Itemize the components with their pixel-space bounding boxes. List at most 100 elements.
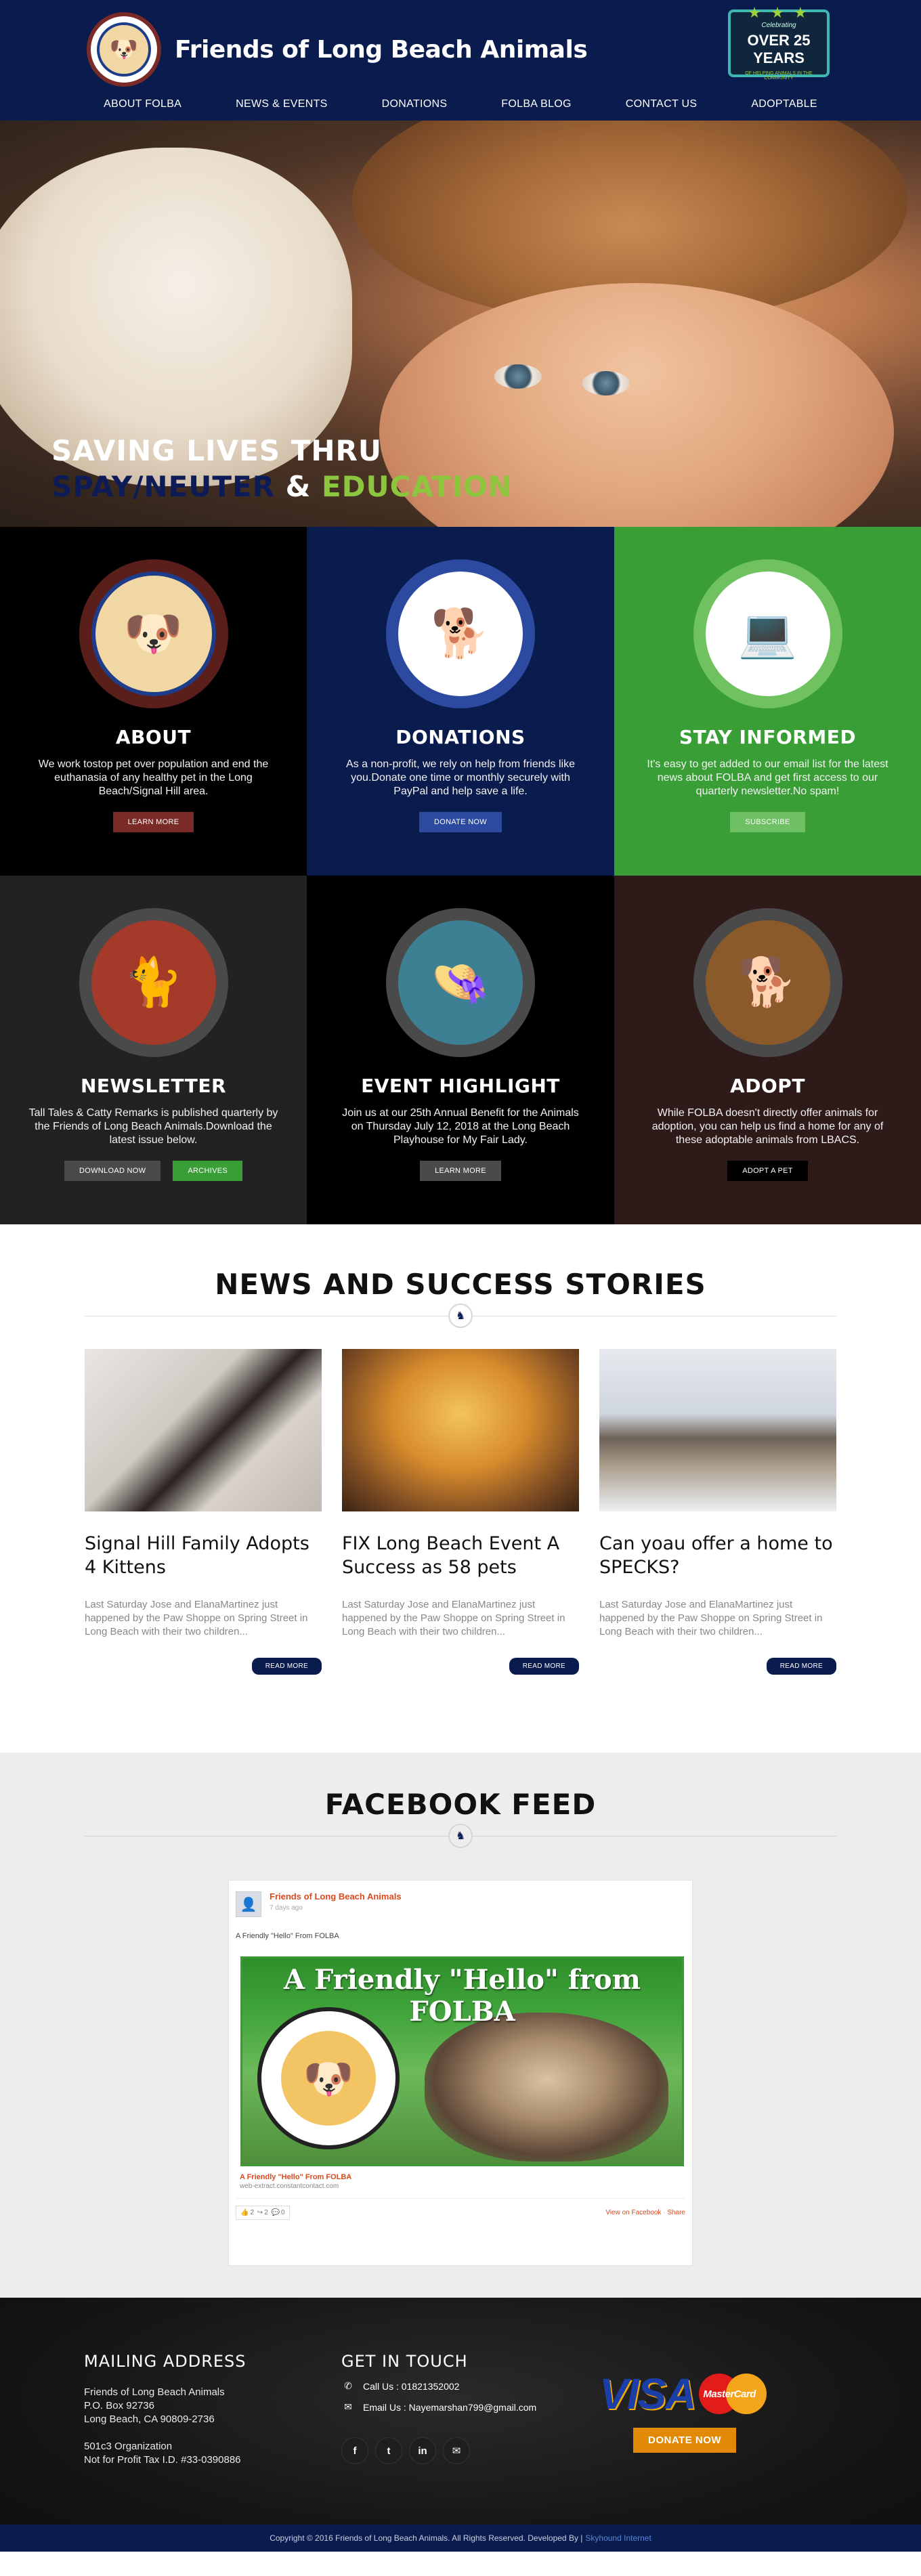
footer-donate-now-button[interactable]: DONATE NOW: [633, 2428, 737, 2453]
event-learn-more-button[interactable]: LEARN MORE: [420, 1161, 501, 1181]
tile-adopt-ring: 🐕: [693, 908, 842, 1057]
facebook-page-name[interactable]: Friends of Long Beach Animals: [270, 1891, 402, 1902]
archives-button[interactable]: ARCHIVES: [173, 1161, 242, 1181]
read-more-button[interactable]: READ MORE: [766, 1658, 836, 1675]
facebook-actions: 👍 2 ↪ 2 💬 0 View on Facebook · Share: [236, 2198, 685, 2220]
comment-icon[interactable]: 💬: [270, 2209, 280, 2216]
news-card-title[interactable]: FIX Long Beach Event A Success as 58 pet…: [342, 1532, 579, 1579]
adopt-a-pet-button[interactable]: ADOPT A PET: [727, 1161, 808, 1181]
dog-newspaper-icon: 🐕: [398, 572, 523, 696]
contact-call[interactable]: ✆ Call Us : 01821352002: [341, 2380, 536, 2392]
twitter-icon[interactable]: t: [375, 2437, 402, 2464]
mailing-title: MAILING ADDRESS: [84, 2352, 247, 2371]
linkedin-icon[interactable]: in: [409, 2437, 436, 2464]
tile-donations-text: As a non-profit, we rely on help from fr…: [346, 758, 575, 797]
tile-event-title: EVENT HIGHLIGHT: [361, 1075, 560, 1097]
dog-laptop-icon: 💻: [705, 572, 830, 696]
view-on-facebook-link[interactable]: View on Facebook: [605, 2209, 661, 2216]
logo-icon: 🐶: [87, 12, 161, 87]
facebook-post-time[interactable]: 7 days ago: [270, 1904, 402, 1912]
nav-contact[interactable]: CONTACT US: [599, 98, 725, 110]
contact-email[interactable]: ✉ Email Us : Nayemarshan799@gmail.com: [341, 2401, 536, 2413]
news-card: Can yoau offer a home to SPECKS? Last Sa…: [599, 1349, 836, 1675]
news-card-excerpt: Last Saturday Jose and ElanaMartinez jus…: [599, 1599, 823, 1637]
puppy-image: [425, 2013, 668, 2162]
tile-donations-title: DONATIONS: [395, 726, 526, 748]
read-more-button[interactable]: READ MORE: [251, 1658, 322, 1675]
donate-now-button[interactable]: DONATE NOW: [419, 812, 502, 832]
hero-banner: SAVING LIVES THRU SPAY/NEUTER & EDUCATIO…: [0, 121, 921, 527]
lady-hat-icon: 👒: [398, 920, 523, 1045]
mailing-address: MAILING ADDRESS Friends of Long Beach An…: [84, 2352, 247, 2467]
news-card-image[interactable]: [599, 1349, 836, 1511]
hero-text: SAVING LIVES THRU SPAY/NEUTER & EDUCATIO…: [51, 434, 513, 503]
tile-donations-ring: 🐕: [386, 559, 535, 708]
call-text: Call Us : 01821352002: [363, 2380, 460, 2392]
mailing-address-lines: Friends of Long Beach Animals P.O. Box 9…: [84, 2386, 247, 2426]
hero-spay-neuter: SPAY/NEUTER: [51, 470, 276, 503]
facebook-link-title[interactable]: A Friendly "Hello" From FOLBA: [229, 2166, 692, 2181]
news-card-image[interactable]: [85, 1349, 322, 1511]
like-count: 2: [250, 2209, 255, 2216]
payment-logos: VISA MasterCard: [599, 2369, 767, 2419]
facebook-divider: ♞: [85, 1824, 836, 1848]
avatar[interactable]: 👤: [236, 1891, 261, 1917]
mastercard-logo: MasterCard: [699, 2374, 767, 2414]
news-card-image[interactable]: [342, 1349, 579, 1511]
download-now-button[interactable]: DOWNLOAD NOW: [64, 1161, 161, 1181]
paw-emblem-icon: ♞: [448, 1304, 473, 1328]
address-line: Friends of Long Beach Animals: [84, 2386, 225, 2398]
hero-ampersand: &: [285, 470, 312, 503]
tile-event-highlight: 👒 EVENT HIGHLIGHT Join us at our 25th An…: [307, 876, 614, 1224]
copyright-bar: Copyright © 2016 Friends of Long Beach A…: [0, 2525, 921, 2552]
anniversary-tiny: OF HELPING ANIMALS IN THE COMMUNITY: [745, 71, 813, 81]
facebook-post: 👤 Friends of Long Beach Animals 7 days a…: [228, 1880, 693, 2266]
facebook-icon[interactable]: f: [341, 2437, 368, 2464]
subscribe-button[interactable]: SUBSCRIBE: [730, 812, 805, 832]
nav-about[interactable]: ABOUT FOLBA: [77, 98, 209, 110]
tile-stay-informed-title: STAY INFORMED: [679, 726, 857, 748]
facebook-post-image[interactable]: A Friendly "Hello" from FOLBA 🐶: [240, 1956, 684, 2166]
share-link[interactable]: Share: [667, 2209, 685, 2216]
phone-icon: ✆: [344, 2380, 352, 2391]
nav-blog[interactable]: FOLBA BLOG: [474, 98, 598, 110]
about-learn-more-button[interactable]: LEARN MORE: [112, 812, 194, 832]
share-count: 2: [264, 2209, 268, 2216]
tile-adopt-text: While FOLBA doesn't directly offer anima…: [651, 1107, 884, 1146]
news-card-excerpt: Last Saturday Jose and ElanaMartinez jus…: [342, 1599, 565, 1637]
news-card: FIX Long Beach Event A Success as 58 pet…: [342, 1349, 579, 1675]
tile-about-ring: 🐶: [79, 559, 228, 708]
mail-icon[interactable]: ✉: [443, 2437, 470, 2464]
facebook-link-url: web-extract.constantcontact.com: [240, 2183, 339, 2190]
news-title: NEWS AND SUCCESS STORIES: [215, 1268, 706, 1301]
facebook-links: View on Facebook · Share: [605, 2209, 685, 2216]
news-card-title[interactable]: Signal Hill Family Adopts 4 Kittens: [85, 1532, 322, 1579]
tile-event-text: Join us at our 25th Annual Benefit for t…: [342, 1107, 579, 1146]
news-section: NEWS AND SUCCESS STORIES ♞ Signal Hill F…: [0, 1224, 921, 1753]
contact-title: GET IN TOUCH: [341, 2352, 468, 2371]
nav-donations[interactable]: DONATIONS: [355, 98, 475, 110]
developer-link[interactable]: Skyhound Internet: [585, 2533, 651, 2543]
anniversary-small: Celebrating: [761, 22, 796, 29]
visa-logo: VISA: [599, 2369, 696, 2418]
mastercard-label: MasterCard: [703, 2388, 756, 2400]
nav-adoptable[interactable]: ADOPTABLE: [724, 98, 844, 110]
envelope-icon: ✉: [344, 2401, 352, 2412]
golden-dog-icon: 🐕: [705, 920, 830, 1045]
hero-line1: SAVING LIVES THRU: [51, 434, 382, 467]
tile-newsletter-text: Tall Tales & Catty Remarks is published …: [28, 1107, 278, 1146]
cat-icon: 🐈: [91, 920, 216, 1045]
facebook-title: FACEBOOK FEED: [324, 1788, 597, 1821]
social-links: f t in ✉: [341, 2437, 536, 2464]
share-icon[interactable]: ↪: [255, 2209, 263, 2216]
read-more-button[interactable]: READ MORE: [509, 1658, 579, 1675]
like-icon[interactable]: 👍: [240, 2209, 249, 2216]
site-header: 🐶 Friends of Long Beach Animals ★ ★ ★ Ce…: [0, 0, 921, 121]
nav-news-events[interactable]: NEWS & EVENTS: [209, 98, 354, 110]
logo-link[interactable]: 🐶 Friends of Long Beach Animals: [87, 12, 588, 87]
stars-icon: ★ ★ ★: [748, 4, 810, 21]
news-card-excerpt: Last Saturday Jose and ElanaMartinez jus…: [85, 1599, 308, 1637]
facebook-counts: 👍 2 ↪ 2 💬 0: [236, 2206, 290, 2220]
org-line: Not for Profit Tax I.D. #33-0390886: [84, 2454, 241, 2466]
news-card-title[interactable]: Can yoau offer a home to SPECKS?: [599, 1532, 836, 1579]
